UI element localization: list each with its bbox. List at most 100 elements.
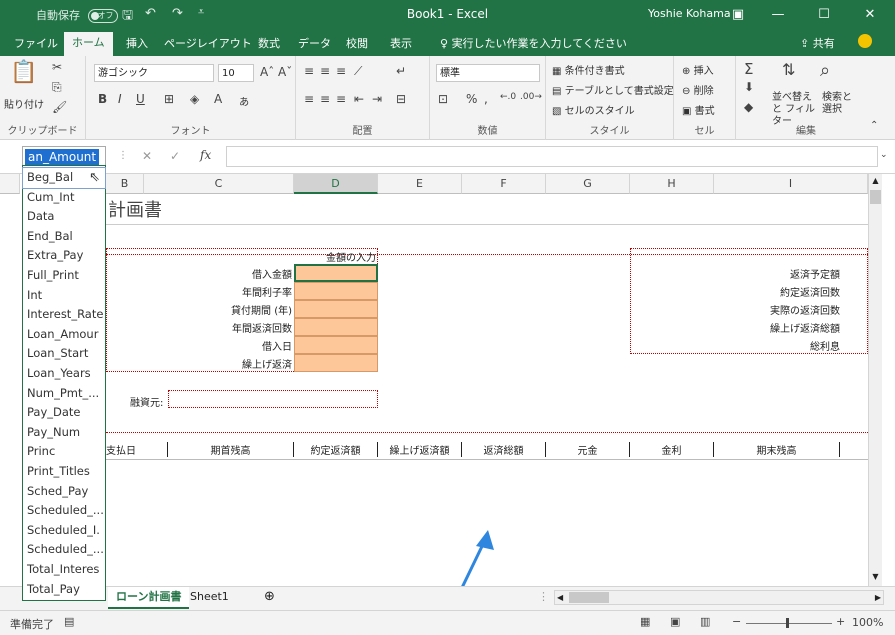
header-total-pay[interactable]: 返済総額 bbox=[462, 442, 546, 457]
feedback-smiley-icon[interactable] bbox=[858, 34, 872, 48]
header-extra-pay[interactable]: 繰上げ返済額 bbox=[378, 442, 462, 457]
percent-style-icon[interactable]: % bbox=[466, 92, 477, 106]
number-format-select[interactable]: 標準 bbox=[436, 64, 540, 82]
list-item[interactable]: Full_Print bbox=[23, 266, 105, 286]
list-item[interactable]: Int bbox=[23, 286, 105, 306]
tab-split-dots-icon[interactable]: ⋮ bbox=[530, 587, 557, 609]
header-end-balance[interactable]: 期末残高 bbox=[714, 442, 840, 457]
vertical-scrollbar[interactable]: ▲ ▼ bbox=[868, 174, 882, 586]
list-item[interactable]: Princ bbox=[23, 442, 105, 462]
name-box-dropdown[interactable]: Beg_Bal Cum_Int Data End_Bal Extra_Pay F… bbox=[22, 165, 106, 601]
insert-cells-button[interactable]: ⊕ 挿入 bbox=[682, 62, 714, 77]
label-extra-payment[interactable]: 繰上げ返済 bbox=[144, 356, 292, 371]
input-loan-start[interactable] bbox=[294, 336, 378, 354]
conditional-formatting-button[interactable]: ▦ 条件付き書式 bbox=[552, 62, 625, 77]
name-box[interactable]: an_Amount bbox=[22, 146, 106, 167]
phonetic-icon[interactable]: ぁ bbox=[238, 92, 250, 109]
font-color-icon[interactable]: A bbox=[214, 92, 222, 106]
font-size-select[interactable]: 10 bbox=[218, 64, 254, 82]
orientation-icon[interactable]: ⟋ bbox=[354, 64, 362, 79]
label-payments-per-year[interactable]: 年間返済回数 bbox=[144, 320, 292, 335]
user-name[interactable]: Yoshie Kohama bbox=[648, 7, 731, 20]
label-total-interest[interactable]: 総利息 bbox=[700, 338, 840, 353]
add-sheet-icon[interactable]: ⊕ bbox=[256, 587, 283, 609]
list-item[interactable]: Loan_Start bbox=[23, 344, 105, 364]
tab-home[interactable]: ホーム bbox=[64, 32, 113, 56]
label-scheduled-num[interactable]: 約定返済回数 bbox=[700, 284, 840, 299]
list-item[interactable]: Sched_Pay bbox=[23, 482, 105, 502]
maximize-button[interactable]: ☐ bbox=[806, 0, 842, 30]
list-item[interactable]: Interest_Rate bbox=[23, 305, 105, 325]
tab-insert[interactable]: 挿入 bbox=[120, 35, 154, 51]
input-payments-per-year[interactable] bbox=[294, 318, 378, 336]
ribbon-display-options-icon[interactable]: ▣ bbox=[720, 0, 756, 30]
label-loan-years[interactable]: 貸付期間 (年) bbox=[144, 302, 292, 317]
column-header-h[interactable]: H bbox=[630, 174, 714, 194]
scroll-down-icon[interactable]: ▼ bbox=[870, 572, 881, 584]
list-item[interactable]: Scheduled_... bbox=[23, 540, 105, 560]
merge-center-icon[interactable]: ⊟ bbox=[396, 92, 406, 106]
list-item[interactable]: Pay_Num bbox=[23, 423, 105, 443]
decrease-decimal-icon[interactable]: .00→ bbox=[520, 92, 542, 102]
format-painter-icon[interactable]: 🖌 bbox=[52, 100, 67, 114]
column-header-d[interactable]: D bbox=[294, 174, 378, 194]
worksheet-grid[interactable]: 計画書 金額の入力 借入金額 年間利子率 貸付期間 (年) 年間返済回数 借入日… bbox=[0, 194, 868, 586]
enter-icon[interactable]: ✓ bbox=[170, 149, 180, 163]
list-item[interactable]: Scheduled_... bbox=[23, 501, 105, 521]
fill-icon[interactable]: ⬇ bbox=[744, 80, 754, 94]
zoom-slider[interactable] bbox=[746, 623, 832, 624]
sheet-tab-sheet1[interactable]: Sheet1 bbox=[182, 587, 237, 609]
format-cells-button[interactable]: ▣ 書式 bbox=[682, 102, 715, 117]
align-bottom-icon[interactable]: ≡ bbox=[336, 64, 346, 78]
align-left-icon[interactable]: ≡ bbox=[304, 92, 314, 106]
more-dots-icon[interactable]: ⋮ bbox=[118, 150, 128, 161]
find-select-icon[interactable]: ⌕ bbox=[820, 60, 830, 81]
collapse-ribbon-icon[interactable]: ⌃ bbox=[870, 120, 878, 131]
sheet-tab-loan-plan[interactable]: ローン計画書 bbox=[108, 587, 190, 609]
horizontal-scroll-thumb[interactable] bbox=[569, 592, 609, 603]
zoom-in-icon[interactable]: + bbox=[836, 615, 845, 628]
increase-indent-icon[interactable]: ⇥ bbox=[372, 92, 382, 106]
tab-data[interactable]: データ bbox=[292, 35, 337, 51]
input-loan-years[interactable] bbox=[294, 300, 378, 318]
align-right-icon[interactable]: ≡ bbox=[336, 92, 346, 106]
vertical-scroll-thumb[interactable] bbox=[870, 190, 881, 204]
align-center-icon[interactable]: ≡ bbox=[320, 92, 330, 106]
list-item[interactable]: Total_Interes bbox=[23, 560, 105, 580]
select-all-corner[interactable] bbox=[0, 174, 20, 194]
label-interest-rate[interactable]: 年間利子率 bbox=[144, 284, 292, 299]
list-item[interactable]: Loan_Years bbox=[23, 364, 105, 384]
fill-color-icon[interactable]: ◈ bbox=[190, 92, 199, 106]
label-loan-amount[interactable]: 借入金額 bbox=[144, 266, 292, 281]
italic-icon[interactable]: I bbox=[118, 92, 122, 106]
input-header[interactable]: 金額の入力 bbox=[296, 249, 378, 264]
page-break-view-icon[interactable]: ▥ bbox=[700, 615, 710, 628]
header-pay-date[interactable]: 支払日 bbox=[106, 442, 168, 457]
macro-record-icon[interactable]: ▤ bbox=[64, 615, 74, 628]
align-top-icon[interactable]: ≡ bbox=[304, 64, 314, 78]
tab-page-layout[interactable]: ページレイアウト bbox=[158, 35, 258, 51]
list-item[interactable]: Pay_Date bbox=[23, 403, 105, 423]
horizontal-scrollbar[interactable]: ◀ ▶ bbox=[554, 590, 884, 605]
list-item[interactable]: Cum_Int bbox=[23, 188, 105, 208]
input-extra-payment[interactable] bbox=[294, 354, 378, 372]
clear-icon[interactable]: ◆ bbox=[744, 100, 753, 114]
label-lender[interactable]: 融資元: bbox=[130, 394, 163, 409]
list-item[interactable]: Print_Titles bbox=[23, 462, 105, 482]
font-name-select[interactable]: 游ゴシック bbox=[94, 64, 214, 82]
input-lender[interactable] bbox=[168, 390, 378, 408]
find-select-button[interactable]: 検索と 選択 bbox=[822, 92, 862, 116]
list-item[interactable]: Num_Pmt_... bbox=[23, 384, 105, 404]
label-loan-start[interactable]: 借入日 bbox=[144, 338, 292, 353]
formula-input[interactable] bbox=[226, 146, 878, 167]
wrap-text-icon[interactable]: ↵ bbox=[396, 64, 406, 78]
input-interest-rate[interactable] bbox=[294, 282, 378, 300]
list-item[interactable]: Extra_Pay bbox=[23, 246, 105, 266]
list-item[interactable]: Loan_Amour bbox=[23, 325, 105, 345]
header-principal[interactable]: 元金 bbox=[546, 442, 630, 457]
scroll-left-icon[interactable]: ◀ bbox=[557, 591, 563, 604]
page-layout-view-icon[interactable]: ▣ bbox=[670, 615, 680, 628]
insert-function-icon[interactable]: fx bbox=[200, 148, 211, 162]
label-actual-num[interactable]: 実際の返済回数 bbox=[700, 302, 840, 317]
cell-styles-button[interactable]: ▧ セルのスタイル bbox=[552, 102, 635, 117]
